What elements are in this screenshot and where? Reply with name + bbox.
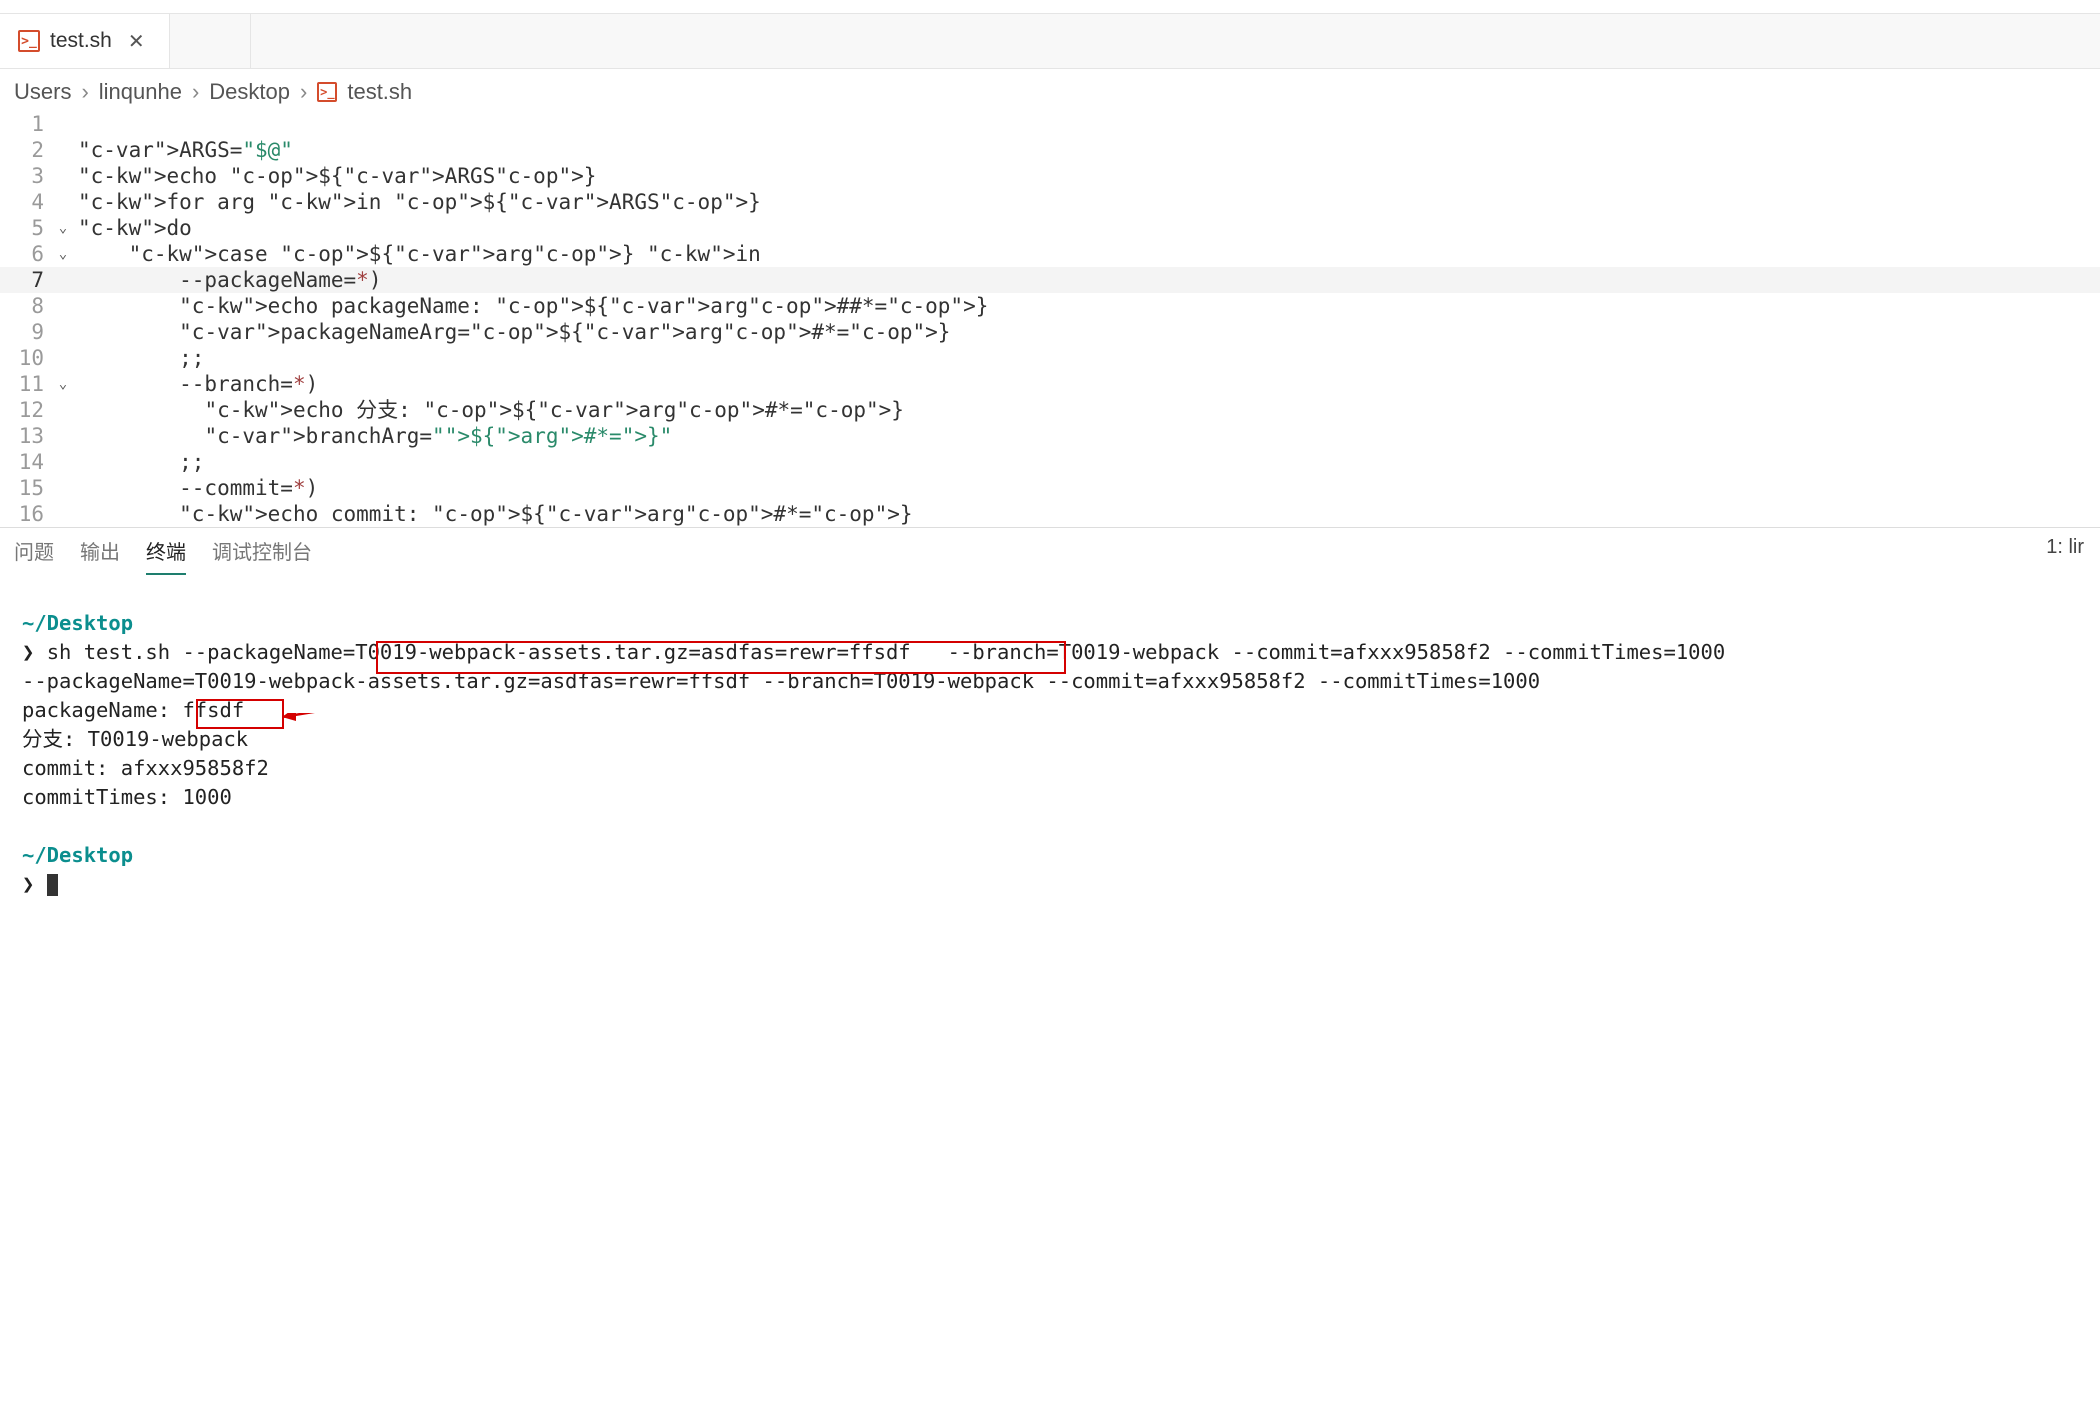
fold-chevron-icon[interactable]: ⌄ (50, 215, 76, 241)
tab-terminal[interactable]: 终端 (146, 536, 186, 575)
line-number: 16 (0, 501, 50, 527)
fold-chevron-icon[interactable]: ⌄ (50, 241, 76, 267)
code-line[interactable]: 11⌄ --branch=*) (0, 371, 2100, 397)
breadcrumb-linqunhe[interactable]: linqunhe (99, 79, 182, 105)
line-number: 7 (0, 267, 50, 293)
line-number: 8 (0, 293, 50, 319)
code-content[interactable]: "c-kw">echo packageName: "c-op">${"c-var… (76, 293, 988, 319)
terminal-output-line: commitTimes: 1000 (22, 783, 2078, 812)
code-content[interactable]: --branch=*) (76, 371, 318, 397)
editor-tab-testsh[interactable]: >_ test.sh ✕ (0, 14, 170, 68)
code-line[interactable]: 2 "c-var">ARGS="$@" (0, 137, 2100, 163)
terminal-cwd: ~/Desktop (22, 611, 133, 635)
shell-file-icon: >_ (18, 30, 40, 52)
terminal-cwd: ~/Desktop (22, 843, 133, 867)
code-content[interactable]: "c-kw">for arg "c-kw">in "c-op">${"c-var… (76, 189, 761, 215)
code-line[interactable]: 9 "c-var">packageNameArg="c-op">${"c-var… (0, 319, 2100, 345)
line-number: 14 (0, 449, 50, 475)
shell-file-icon: >_ (317, 82, 337, 102)
line-number: 4 (0, 189, 50, 215)
code-line[interactable]: 12 "c-kw">echo 分支: "c-op">${"c-var">arg"… (0, 397, 2100, 423)
line-number: 13 (0, 423, 50, 449)
code-content[interactable]: "c-var">ARGS="$@" (76, 137, 293, 163)
line-number: 5 (0, 215, 50, 241)
panel-tab-bar: 问题 输出 终端 调试控制台 1: lir (0, 527, 2100, 575)
code-line[interactable]: 7 --packageName=*) (0, 267, 2100, 293)
line-number: 1 (0, 111, 50, 137)
terminal-output-line: 分支: T0019-webpack (22, 725, 2078, 754)
code-line[interactable]: 4 "c-kw">for arg "c-kw">in "c-op">${"c-va… (0, 189, 2100, 215)
code-line[interactable]: 13 "c-var">branchArg="">${">arg">#*=">}" (0, 423, 2100, 449)
fold-chevron-icon[interactable]: ⌄ (50, 371, 76, 397)
breadcrumb-desktop[interactable]: Desktop (209, 79, 290, 105)
tab-filename: test.sh (50, 29, 112, 53)
line-number: 3 (0, 163, 50, 189)
terminal-cmd: sh test.sh --packageName=T0019-webpack-a… (47, 640, 1726, 664)
code-line[interactable]: 6⌄ "c-kw">case "c-op">${"c-var">arg"c-op… (0, 241, 2100, 267)
code-line[interactable]: 8 "c-kw">echo packageName: "c-op">${"c-v… (0, 293, 2100, 319)
chevron-right-icon: › (300, 79, 307, 105)
breadcrumb[interactable]: Users › linqunhe › Desktop › >_ test.sh (0, 69, 2100, 111)
code-content[interactable]: "c-var">packageNameArg="c-op">${"c-var">… (76, 319, 950, 345)
code-content[interactable]: ;; (76, 449, 204, 475)
chevron-right-icon: › (81, 79, 88, 105)
code-content[interactable]: --packageName=*) (76, 267, 381, 293)
terminal-output-line: --packageName=T0019-webpack-assets.tar.g… (22, 667, 2078, 696)
code-line[interactable]: 5⌄"c-kw">do (0, 215, 2100, 241)
terminal-prompt: ❯ (22, 872, 34, 896)
line-number: 10 (0, 345, 50, 371)
code-content[interactable]: ;; (76, 345, 204, 371)
code-content[interactable]: --commit=*) (76, 475, 318, 501)
line-number: 6 (0, 241, 50, 267)
tab-debug-console[interactable]: 调试控制台 (212, 536, 312, 575)
code-line[interactable]: 16 "c-kw">echo commit: "c-op">${"c-var">… (0, 501, 2100, 527)
code-line[interactable]: 10 ;; (0, 345, 2100, 371)
code-line[interactable]: 14 ;; (0, 449, 2100, 475)
tab-output[interactable]: 输出 (80, 536, 120, 575)
terminal-panel[interactable]: ~/Desktop ❯ sh test.sh --packageName=T00… (0, 575, 2100, 921)
editor-tab-bar: >_ test.sh ✕ (0, 14, 2100, 69)
code-line[interactable]: 1 (0, 111, 2100, 137)
chevron-right-icon: › (192, 79, 199, 105)
close-tab-icon[interactable]: ✕ (122, 29, 151, 54)
tab-problems[interactable]: 问题 (14, 536, 54, 575)
code-content[interactable]: "c-kw">case "c-op">${"c-var">arg"c-op">}… (76, 241, 761, 267)
code-line[interactable]: 15 --commit=*) (0, 475, 2100, 501)
code-content[interactable]: "c-var">branchArg="">${">arg">#*=">}" (76, 423, 672, 449)
window-top-border (0, 0, 2100, 14)
code-content[interactable]: "c-kw">echo 分支: "c-op">${"c-var">arg"c-o… (76, 397, 904, 423)
line-number: 9 (0, 319, 50, 345)
terminal-prompt: ❯ (22, 640, 34, 664)
code-content[interactable]: "c-kw">echo "c-op">${"c-var">ARGS"c-op">… (76, 163, 596, 189)
line-number: 11 (0, 371, 50, 397)
terminal-output-line: packageName: ffsdf (22, 696, 2078, 725)
terminal-blank-line (22, 812, 2078, 841)
terminal-selector[interactable]: 1: lir (2046, 536, 2084, 559)
line-number: 15 (0, 475, 50, 501)
tab-bar-divider (250, 14, 251, 68)
code-content[interactable]: "c-kw">do (76, 215, 192, 241)
terminal-cursor (47, 874, 58, 896)
code-content[interactable]: "c-kw">echo commit: "c-op">${"c-var">arg… (76, 501, 913, 527)
breadcrumb-file[interactable]: test.sh (347, 79, 412, 105)
code-line[interactable]: 3 "c-kw">echo "c-op">${"c-var">ARGS"c-op"… (0, 163, 2100, 189)
code-editor[interactable]: 12 "c-var">ARGS="$@" 3 "c-kw">echo "c-op">$… (0, 111, 2100, 527)
breadcrumb-users[interactable]: Users (14, 79, 71, 105)
line-number: 2 (0, 137, 50, 163)
line-number: 12 (0, 397, 50, 423)
terminal-output-line: commit: afxxx95858f2 (22, 754, 2078, 783)
